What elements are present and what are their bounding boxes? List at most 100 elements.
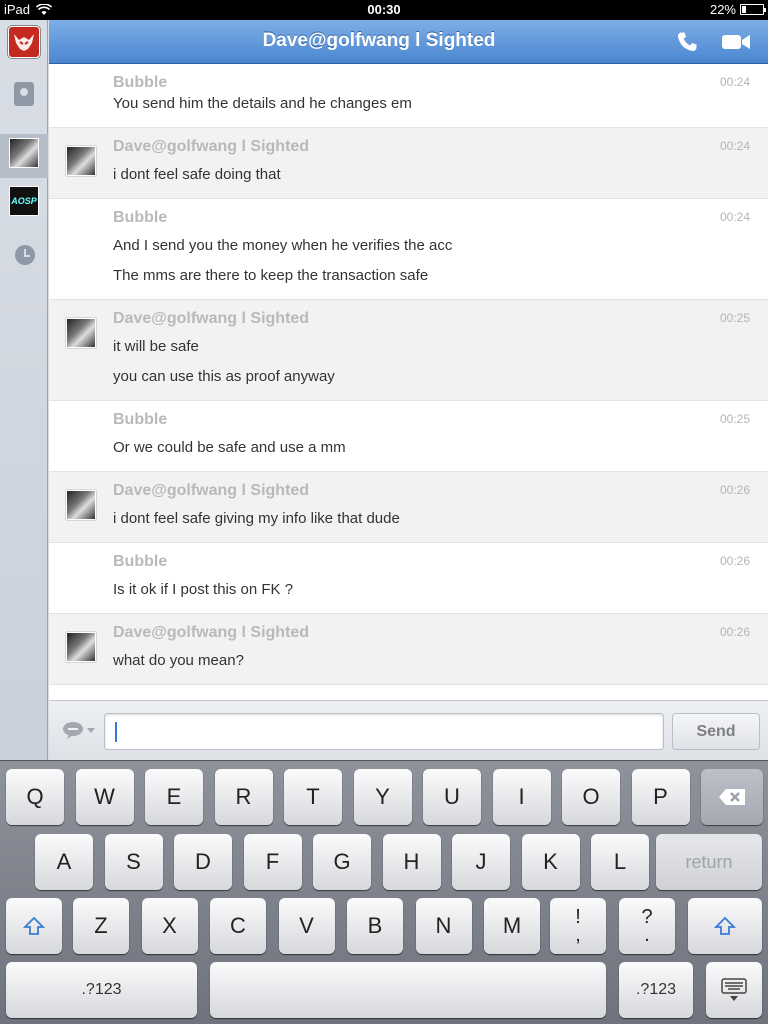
backspace-key[interactable]: [701, 769, 763, 825]
message-row: Bubble 00:24 You send him the details and …: [49, 64, 768, 128]
key-r[interactable]: R: [214, 769, 273, 825]
key-f[interactable]: F: [243, 834, 302, 890]
key-u[interactable]: U: [423, 769, 481, 825]
message-timestamp: 00:24: [719, 210, 750, 224]
key-j[interactable]: J: [452, 834, 510, 890]
key-c[interactable]: C: [210, 898, 266, 954]
message-input[interactable]: [104, 713, 664, 750]
key-z[interactable]: Z: [73, 898, 129, 954]
shift-icon: [23, 916, 45, 935]
message-text: you can use this as proof anyway: [113, 368, 335, 385]
message-row: Dave@golfwang l Sighted 00:25 it will be s…: [49, 300, 768, 401]
message-timestamp: 00:25: [719, 311, 750, 325]
key-b[interactable]: B: [347, 898, 403, 954]
phone-icon[interactable]: [675, 30, 699, 54]
key-o[interactable]: O: [562, 769, 620, 825]
key-g[interactable]: G: [313, 834, 371, 890]
sender-name: Dave@golfwang l Sighted: [113, 482, 310, 499]
shift-key-right[interactable]: [688, 898, 762, 954]
message-list[interactable]: Bubble 00:24 You send him the details and …: [49, 64, 768, 700]
sender-name: Bubble: [113, 209, 168, 226]
message-text: what do you mean?: [113, 652, 244, 669]
message-row: Dave@golfwang l Sighted 00:26 i dont feel …: [49, 472, 768, 543]
key-k[interactable]: K: [521, 834, 580, 890]
shift-key-left[interactable]: [6, 898, 62, 954]
sender-name: Dave@golfwang l Sighted: [113, 310, 310, 327]
key-x[interactable]: X: [141, 898, 198, 954]
key-question-period[interactable]: ?.: [619, 898, 675, 954]
key-exclaim-comma[interactable]: !,: [550, 898, 606, 954]
sender-name: Bubble: [113, 411, 168, 428]
key-e[interactable]: E: [145, 769, 203, 825]
key-a[interactable]: A: [35, 834, 93, 890]
key-i[interactable]: I: [492, 769, 551, 825]
video-camera-icon[interactable]: [721, 32, 751, 52]
message-row: Bubble 00:26 Is it ok if I post this on FK…: [49, 543, 768, 614]
app-window: AOSP Dave@golfwang l Sighted Bubble 00:24…: [0, 20, 768, 760]
input-bar: Send: [49, 700, 768, 760]
backspace-icon: [719, 789, 745, 805]
recent-clock-icon[interactable]: [15, 245, 35, 265]
sender-name: Dave@golfwang l Sighted: [113, 624, 310, 641]
key-y[interactable]: Y: [353, 769, 412, 825]
key-q[interactable]: Q: [6, 769, 64, 825]
key-n[interactable]: N: [415, 898, 472, 954]
sidebar-avatar-dave[interactable]: [9, 138, 39, 168]
message-timestamp: 00:24: [719, 75, 750, 89]
message-row: Dave@golfwang l Sighted 00:24 i dont feel …: [49, 128, 768, 199]
app-logo-icon[interactable]: [8, 26, 40, 58]
key-v[interactable]: V: [278, 898, 335, 954]
message-text: i dont feel safe giving my info like tha…: [113, 510, 400, 527]
text-caret: [115, 722, 117, 742]
message-row: Dave@golfwang l Sighted 00:26 what do you …: [49, 614, 768, 685]
keyboard-dismiss-icon: [721, 978, 747, 1001]
message-timestamp: 00:24: [719, 139, 750, 153]
key-w[interactable]: W: [75, 769, 134, 825]
message-row: Bubble 00:25 Or we could be safe and use a…: [49, 401, 768, 472]
sender-avatar[interactable]: [66, 146, 96, 176]
message-text: Is it ok if I post this on FK ?: [113, 581, 294, 598]
sender-avatar[interactable]: [66, 632, 96, 662]
status-time: 00:30: [367, 2, 401, 17]
conversation-header: Dave@golfwang l Sighted: [49, 20, 768, 64]
shift-icon: [714, 916, 736, 935]
battery-percent: 22%: [709, 2, 736, 17]
sender-name: Bubble: [113, 553, 168, 570]
status-bar: iPad 00:30 22%: [0, 0, 768, 20]
message-row: Bubble 00:24 And I send you the money when…: [49, 199, 768, 300]
key-m[interactable]: M: [484, 898, 540, 954]
sender-avatar[interactable]: [66, 490, 96, 520]
punct-bottom: .: [644, 924, 650, 946]
message-text: i dont feel safe doing that: [113, 166, 281, 183]
key-p[interactable]: P: [631, 769, 690, 825]
sender-name: Bubble: [113, 74, 168, 91]
numbers-key-left[interactable]: .?123: [6, 962, 197, 1018]
key-t[interactable]: T: [284, 769, 342, 825]
message-text: And I send you the money when he verifie…: [113, 237, 453, 254]
battery-icon: [740, 4, 766, 15]
message-text: The mms are there to keep the transactio…: [113, 267, 429, 284]
message-text: it will be safe: [113, 338, 199, 355]
conversation-title: Dave@golfwang l Sighted: [262, 30, 496, 51]
message-timestamp: 00:25: [719, 412, 750, 426]
message-timestamp: 00:26: [719, 554, 750, 568]
send-button[interactable]: Send: [672, 713, 760, 750]
punct-bottom: ,: [575, 924, 581, 946]
return-key[interactable]: return: [656, 834, 762, 890]
key-l[interactable]: L: [591, 834, 649, 890]
space-bar[interactable]: [210, 962, 606, 1018]
battery-fill: [742, 6, 746, 13]
key-d[interactable]: D: [174, 834, 232, 890]
message-text: You send him the details and he changes …: [113, 95, 412, 112]
message-text: Or we could be safe and use a mm: [113, 439, 346, 456]
message-type-dropdown[interactable]: [57, 715, 103, 745]
sender-name: Dave@golfwang l Sighted: [113, 138, 310, 155]
key-h[interactable]: H: [382, 834, 441, 890]
contacts-icon[interactable]: [14, 82, 34, 106]
key-s[interactable]: S: [104, 834, 163, 890]
message-timestamp: 00:26: [719, 625, 750, 639]
sender-avatar[interactable]: [66, 318, 96, 348]
hide-keyboard-key[interactable]: [706, 962, 762, 1018]
sidebar-avatar-aosp[interactable]: AOSP: [9, 186, 39, 216]
numbers-key-right[interactable]: .?123: [619, 962, 693, 1018]
